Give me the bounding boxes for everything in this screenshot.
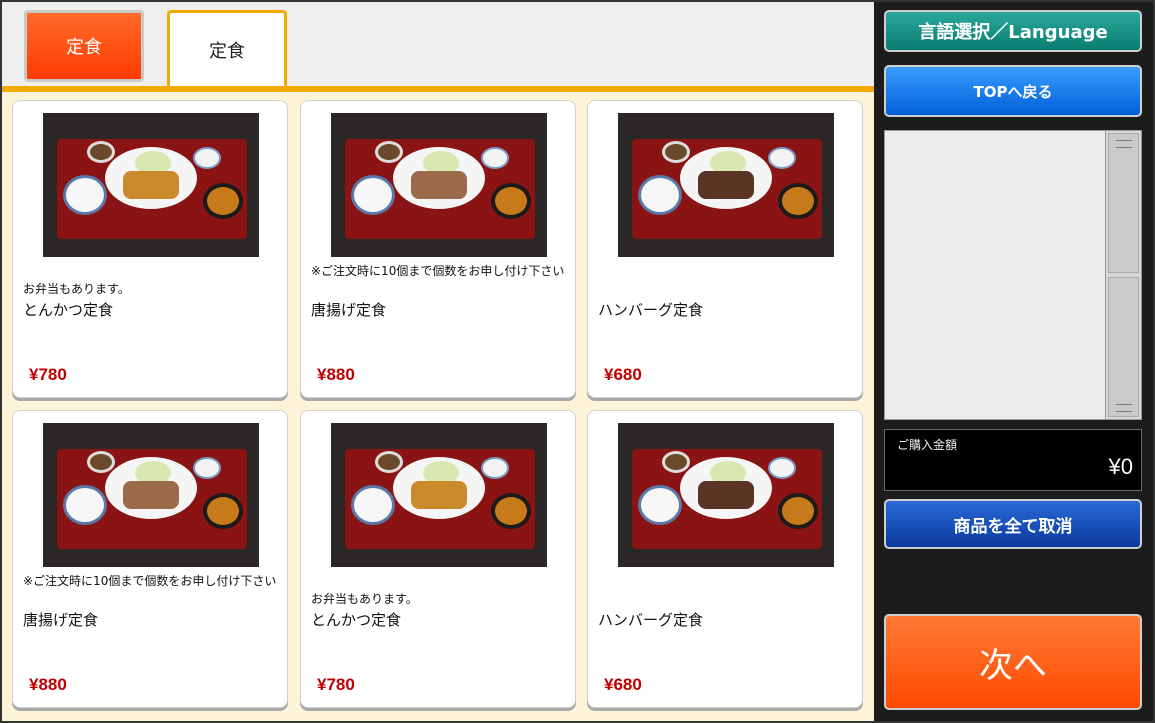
menu-item-card[interactable]: ※ご注文時に10個まで個数をお申し付け下さい唐揚げ定食 ¥880: [300, 100, 576, 398]
cancel-all-button[interactable]: 商品を全て取消: [884, 499, 1142, 549]
cart-list[interactable]: [884, 130, 1142, 420]
menu-item-note: ※ご注文時に10個まで個数をお申し付け下さい: [311, 264, 565, 278]
total-label: ご購入金額: [897, 438, 958, 452]
total-value: ¥0: [1108, 454, 1133, 479]
menu-item-name: 唐揚げ定食: [311, 301, 387, 319]
menu-item-price: ¥680: [604, 365, 642, 384]
menu-item-price: ¥880: [317, 365, 355, 384]
food-photo: [331, 113, 547, 257]
menu-item-card[interactable]: ハンバーグ定食 ¥680: [587, 410, 863, 708]
menu-item-price: ¥680: [604, 675, 642, 694]
tab-teishoku-2[interactable]: 定食: [167, 10, 287, 86]
menu-item-card[interactable]: ※ご注文時に10個まで個数をお申し付け下さい唐揚げ定食 ¥880: [12, 410, 288, 708]
language-select-button[interactable]: 言語選択／Language: [884, 10, 1142, 52]
menu-item-price: ¥780: [29, 365, 67, 384]
food-photo: [618, 113, 834, 257]
cart-scrollbar[interactable]: [1105, 131, 1141, 419]
menu-area: 定食 定食 お弁当もあります。 とんかつ定食 ¥780 ※ご注文時に10個まで個数をお…: [2, 2, 874, 721]
purchase-total-box: ご購入金額 ¥0: [884, 429, 1142, 491]
back-to-top-button[interactable]: TOPへ戻る: [884, 65, 1142, 117]
tab-teishoku-1[interactable]: 定食: [24, 10, 144, 82]
tab-underline: [2, 86, 874, 92]
menu-item-note: ※ご注文時に10個まで個数をお申し付け下さい: [23, 574, 277, 588]
menu-item-name: とんかつ定食: [23, 301, 114, 319]
menu-item-name: 唐揚げ定食: [23, 611, 99, 629]
order-panel: 言語選択／Language TOPへ戻る ご購入金額 ¥0 商品を全て取消 次へ: [874, 2, 1153, 721]
menu-item-card[interactable]: ハンバーグ定食 ¥680: [587, 100, 863, 398]
food-photo: [618, 423, 834, 567]
food-photo: [43, 423, 259, 567]
food-photo: [331, 423, 547, 567]
scroll-up-thumb[interactable]: [1108, 133, 1139, 273]
menu-item-name: ハンバーグ定食: [598, 611, 704, 629]
menu-item-card[interactable]: お弁当もあります。とんかつ定食 ¥780: [12, 100, 288, 398]
scroll-down-thumb[interactable]: [1108, 277, 1139, 417]
food-photo: [43, 113, 259, 257]
menu-item-card[interactable]: お弁当もあります。とんかつ定食 ¥780: [300, 410, 576, 708]
menu-item-price: ¥780: [317, 675, 355, 694]
menu-item-name: ハンバーグ定食: [598, 301, 704, 319]
menu-item-note: お弁当もあります。: [23, 282, 130, 296]
menu-item-name: とんかつ定食: [311, 611, 402, 629]
menu-item-price: ¥880: [29, 675, 67, 694]
menu-item-note: お弁当もあります。: [311, 592, 418, 606]
next-button[interactable]: 次へ: [884, 614, 1142, 710]
